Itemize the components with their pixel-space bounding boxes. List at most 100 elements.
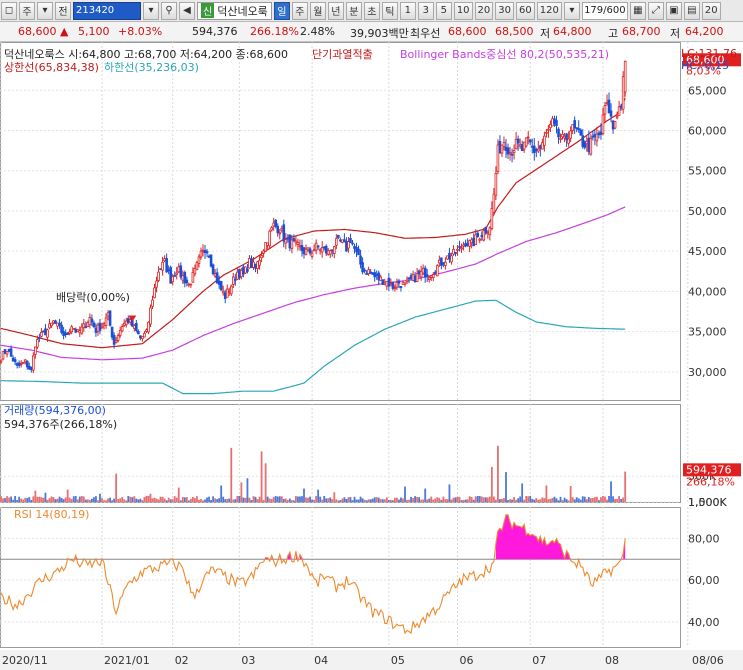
interval-10-button[interactable]: 10 bbox=[453, 1, 473, 20]
candle-up bbox=[280, 228, 284, 231]
volume-bar bbox=[321, 499, 324, 502]
volume-bar bbox=[113, 498, 116, 502]
volume-bar bbox=[18, 496, 21, 502]
volume-bar bbox=[8, 497, 10, 502]
candle-up bbox=[524, 137, 528, 147]
volume-bar bbox=[60, 498, 63, 502]
volume-bar bbox=[149, 493, 152, 502]
volume-bar bbox=[297, 496, 299, 502]
volume-bar bbox=[165, 500, 168, 502]
volume-bar bbox=[442, 496, 445, 502]
period-month-button[interactable]: 월 bbox=[309, 1, 326, 20]
sound-icon[interactable]: ◀ bbox=[179, 1, 195, 20]
volume-bar bbox=[589, 498, 592, 502]
volume-bar bbox=[6, 496, 8, 502]
candle-up bbox=[171, 276, 175, 283]
volume-bar bbox=[107, 498, 109, 502]
volume-bar bbox=[593, 497, 596, 502]
interval-20-button[interactable]: 20 bbox=[474, 1, 494, 20]
candle-down bbox=[205, 251, 209, 254]
volume-bar bbox=[339, 500, 342, 502]
candle-down bbox=[365, 273, 368, 275]
candle-up bbox=[526, 136, 530, 139]
candle-down bbox=[276, 225, 280, 234]
stock-code-input[interactable]: 213420 bbox=[73, 1, 141, 20]
volume-bar bbox=[412, 498, 414, 502]
candle-up bbox=[86, 322, 90, 328]
x-axis-label: 08 bbox=[605, 654, 619, 667]
interval-60-button[interactable]: 60 bbox=[516, 1, 535, 20]
candle-up bbox=[470, 239, 473, 243]
lock-icon[interactable]: ▤ bbox=[683, 1, 700, 20]
candle-up bbox=[36, 339, 39, 348]
candle-up bbox=[229, 285, 233, 295]
period-year-button[interactable]: 년 bbox=[327, 1, 344, 20]
volume-bar bbox=[159, 496, 162, 502]
volume-bar bbox=[472, 499, 475, 502]
interval-30-button[interactable]: 30 bbox=[495, 1, 515, 20]
candle-up bbox=[268, 230, 271, 247]
save-icon[interactable]: ▣ bbox=[665, 1, 682, 20]
candle-down bbox=[472, 237, 475, 247]
quote-volume-pct: 266.18% bbox=[250, 25, 299, 38]
interval-1-button[interactable]: 1 bbox=[399, 1, 416, 20]
interval-5-button[interactable]: 5 bbox=[435, 1, 452, 20]
candle-up bbox=[175, 272, 179, 275]
candle-up bbox=[124, 320, 128, 326]
volume-bar bbox=[242, 497, 245, 502]
period-week-button[interactable]: 주 bbox=[291, 1, 308, 20]
period-tick-button[interactable]: 틱 bbox=[381, 1, 398, 20]
volume-bar bbox=[56, 498, 59, 502]
volume-bar bbox=[34, 490, 37, 502]
candle-up bbox=[332, 246, 336, 254]
grid-icon[interactable]: ▦ bbox=[629, 1, 646, 20]
dropdown-icon[interactable]: ▾ bbox=[37, 1, 53, 20]
volume-bar bbox=[331, 499, 334, 502]
volume-bar bbox=[565, 499, 568, 502]
candle-up bbox=[494, 172, 498, 196]
code-dropdown-icon[interactable]: ▾ bbox=[143, 1, 159, 20]
candle-down bbox=[13, 359, 17, 363]
prefix-button[interactable]: 주 bbox=[19, 1, 35, 20]
candle-up bbox=[401, 281, 405, 285]
volume-bar bbox=[608, 495, 610, 502]
volume-bar bbox=[571, 497, 574, 502]
layout-icon[interactable]: ◻ bbox=[1, 1, 17, 20]
volume-bar bbox=[501, 498, 503, 502]
candle-down bbox=[64, 332, 67, 336]
edge-button[interactable]: 20 bbox=[701, 1, 721, 20]
volume-bar bbox=[575, 497, 578, 502]
candle-down bbox=[575, 127, 578, 130]
volume-bar bbox=[371, 498, 374, 502]
candle-down bbox=[381, 279, 385, 285]
candle-down bbox=[330, 249, 334, 252]
volume-bar bbox=[355, 499, 358, 502]
x-axis-label: 2021/01 bbox=[104, 654, 150, 667]
search-icon[interactable]: ⚲ bbox=[161, 1, 177, 20]
candle-down bbox=[516, 138, 520, 144]
candle-down bbox=[300, 245, 304, 252]
candle-down bbox=[112, 335, 116, 345]
field-prefix[interactable]: 전 bbox=[55, 1, 71, 20]
candle-up bbox=[585, 140, 589, 145]
period-day-button[interactable]: 일 bbox=[273, 1, 290, 20]
candle-up bbox=[571, 124, 574, 131]
volume-tick-label: 1,000K bbox=[688, 496, 727, 509]
volume-bar bbox=[12, 499, 15, 502]
period-second-button[interactable]: 초 bbox=[363, 1, 380, 20]
interval-dropdown-icon[interactable]: ▾ bbox=[563, 1, 580, 20]
candle-up bbox=[48, 323, 51, 329]
volume-bar bbox=[105, 500, 107, 502]
volume-bar bbox=[567, 500, 570, 502]
low2-label: 저 bbox=[670, 27, 681, 40]
candle-up bbox=[460, 247, 463, 250]
price-legend-ohlc: 덕산네오룩스 시:64,800 고:68,700 저:64,200 종:68,6… bbox=[4, 48, 288, 61]
count-display[interactable]: 179/600 bbox=[581, 1, 628, 20]
volume-bar bbox=[258, 496, 261, 502]
candle-down bbox=[498, 140, 502, 154]
trend-icon[interactable]: ⤢ bbox=[647, 1, 664, 20]
interval-120-button[interactable]: 120 bbox=[536, 1, 562, 20]
period-minute-button[interactable]: 분 bbox=[345, 1, 362, 20]
interval-3-button[interactable]: 3 bbox=[417, 1, 434, 20]
volume-bar bbox=[319, 496, 322, 502]
